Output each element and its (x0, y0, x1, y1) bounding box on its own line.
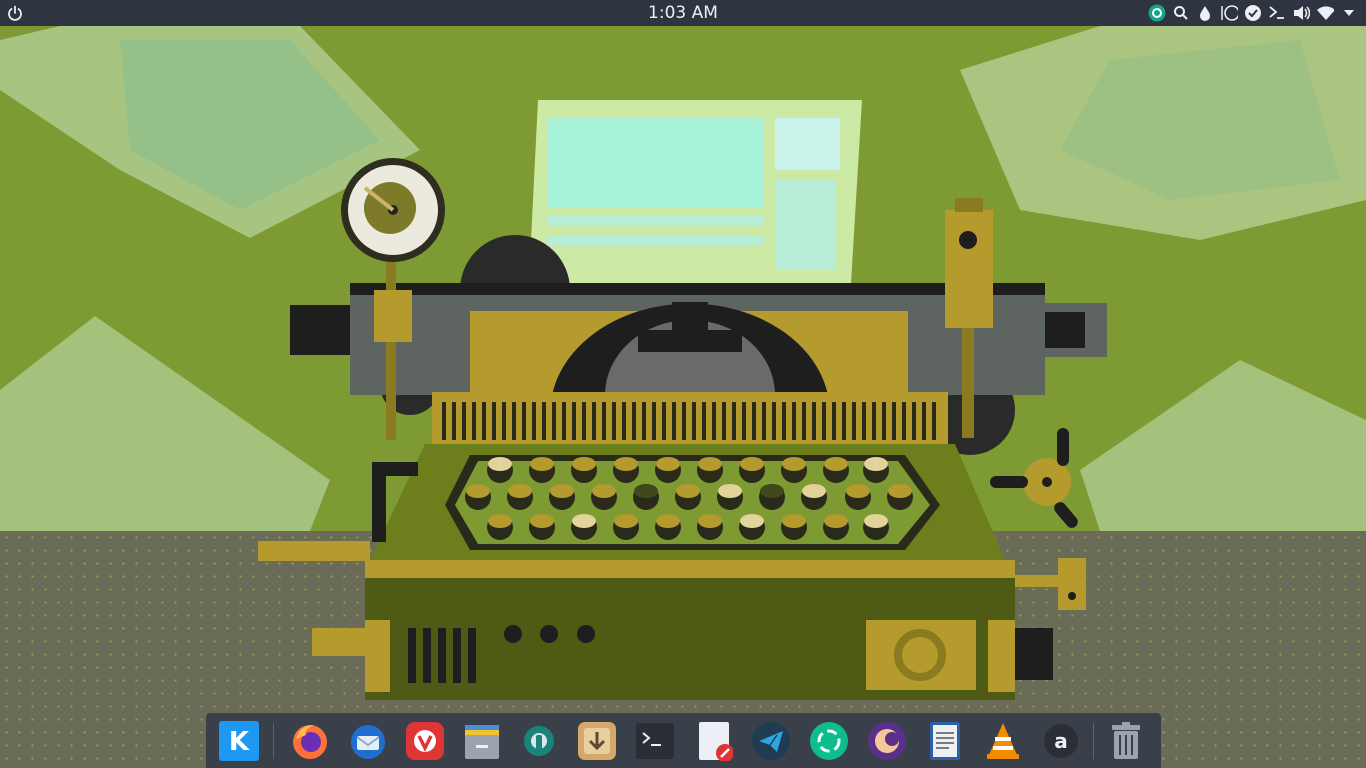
document-icon[interactable] (925, 721, 965, 761)
svg-text:K: K (229, 727, 250, 757)
top-panel: 1:03 AM (0, 0, 1366, 26)
search-icon[interactable] (1172, 4, 1190, 22)
element-icon[interactable] (809, 721, 849, 761)
vlc-icon[interactable] (983, 721, 1023, 761)
download-icon[interactable] (577, 721, 617, 761)
terminal-icon[interactable] (635, 721, 675, 761)
volume-icon[interactable] (1292, 4, 1310, 22)
floating-paper-right-top (960, 26, 1366, 240)
dock: K a (206, 713, 1161, 768)
telegram-icon[interactable] (751, 721, 791, 761)
floating-paper-left-bottom (0, 316, 330, 531)
typebar-comb (432, 392, 948, 444)
terminal-prompt-icon[interactable] (1268, 4, 1286, 22)
system-tray (1148, 3, 1358, 23)
desktop (0, 0, 1366, 768)
menu-arrow-icon[interactable] (1340, 4, 1358, 22)
amazon-icon[interactable]: a (1041, 721, 1081, 761)
typewriter-wallpaper (0, 26, 1366, 700)
firefox-icon[interactable] (290, 721, 330, 761)
svg-text:a: a (1054, 729, 1068, 753)
document-edit-icon[interactable] (693, 721, 734, 762)
app-store-icon[interactable] (1148, 4, 1166, 22)
folder-stack-icon[interactable] (462, 721, 502, 761)
kde-icon[interactable]: K (219, 721, 259, 761)
check-icon[interactable] (1244, 4, 1262, 22)
circle-icon[interactable] (1220, 4, 1238, 22)
vivaldi-icon[interactable] (405, 721, 445, 761)
dock-separator (1093, 723, 1094, 759)
typewriter-paper (528, 100, 862, 300)
thunderbird-icon[interactable] (348, 721, 388, 761)
trash-icon[interactable] (1106, 721, 1146, 761)
floating-paper-right-bottom (1080, 360, 1366, 531)
power-icon[interactable] (6, 4, 24, 22)
settings-gear-icon[interactable] (519, 721, 559, 761)
wifi-icon[interactable] (1316, 4, 1334, 22)
circle-app-icon[interactable] (867, 721, 907, 761)
droplet-icon[interactable] (1196, 4, 1214, 22)
dock-separator (273, 723, 274, 759)
